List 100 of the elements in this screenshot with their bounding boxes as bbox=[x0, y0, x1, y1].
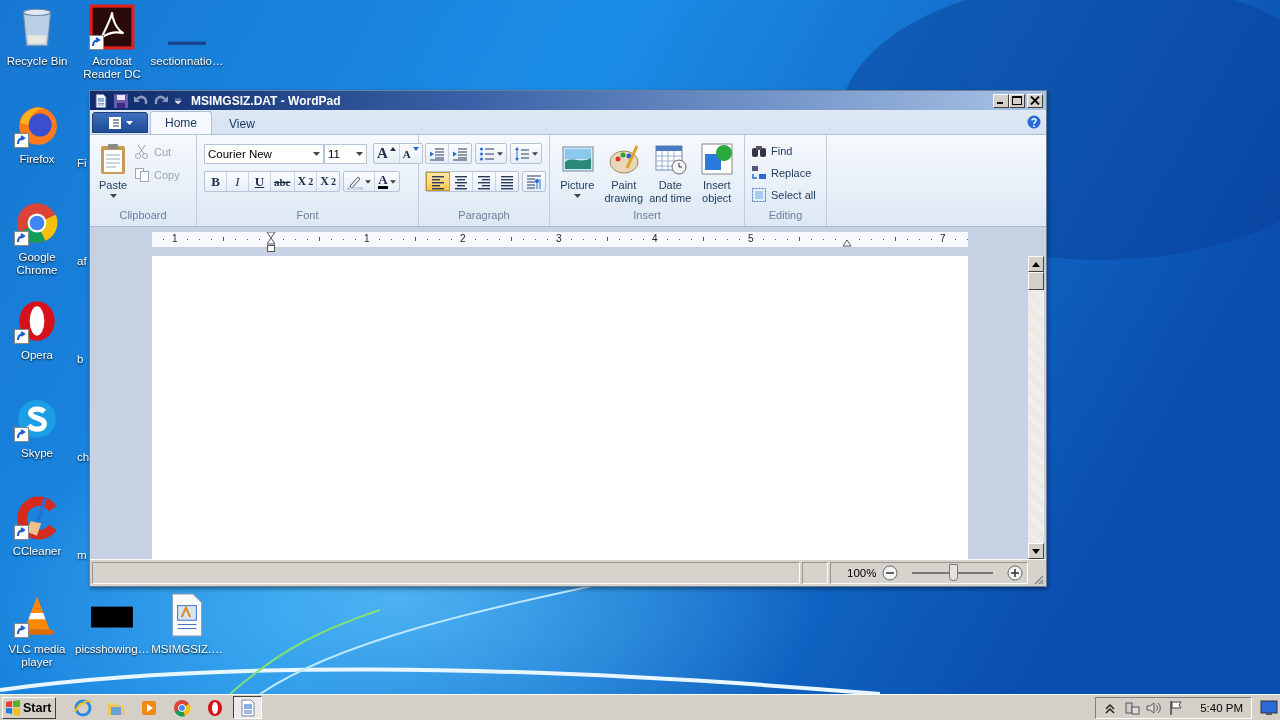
icon-label[interactable]: Google Chrome bbox=[0, 251, 74, 277]
ruler[interactable]: 1 1 2 3 4 5 7 bbox=[152, 232, 968, 253]
ribbon-tab[interactable]: View bbox=[214, 112, 270, 134]
insert-object-button[interactable]: Insert object bbox=[693, 139, 740, 208]
scroll-up-button[interactable] bbox=[1028, 256, 1044, 272]
close-button[interactable] bbox=[1027, 93, 1043, 108]
paragraph-icon bbox=[526, 173, 542, 190]
align-center-icon bbox=[453, 173, 469, 190]
caret-icon bbox=[497, 151, 503, 156]
icon-label[interactable]: Recycle Bin bbox=[6, 55, 68, 68]
zoom-slider[interactable] bbox=[948, 564, 958, 581]
chrome-icon[interactable] bbox=[14, 200, 60, 246]
start-logo-icon bbox=[5, 699, 21, 716]
icon-label: Fi bbox=[77, 157, 87, 170]
group-label: Editing bbox=[767, 208, 804, 223]
up-triangle-icon bbox=[389, 146, 396, 152]
strike-button[interactable]: abc bbox=[271, 172, 295, 191]
start-button[interactable]: Start bbox=[2, 696, 56, 719]
ruler-number: 1 bbox=[171, 233, 179, 245]
icon-label[interactable]: sectionnatio… bbox=[150, 55, 224, 68]
clock[interactable]: 5:40 PM bbox=[1200, 701, 1243, 714]
group-label: Font bbox=[295, 208, 320, 223]
group-label: Paragraph bbox=[457, 208, 511, 223]
icon-label: ch bbox=[77, 451, 90, 464]
scroll-down-button[interactable] bbox=[1028, 543, 1044, 559]
save-icon[interactable] bbox=[113, 92, 129, 109]
show-desktop-icon[interactable] bbox=[1260, 699, 1278, 716]
caret-icon bbox=[356, 151, 363, 156]
select-all-button[interactable]: Select all bbox=[749, 184, 818, 206]
zoom-in-button[interactable] bbox=[1007, 565, 1023, 581]
line-spacing-icon bbox=[514, 145, 530, 162]
calendar-clock-icon bbox=[653, 142, 688, 176]
zoom-level: 100% bbox=[847, 567, 877, 579]
app-menu-button[interactable] bbox=[92, 112, 148, 133]
paint-drawing-button[interactable]: Paint drawing bbox=[600, 139, 647, 208]
icon-label[interactable]: Firefox bbox=[19, 153, 55, 166]
icon-label[interactable]: Acrobat Reader DC bbox=[75, 55, 149, 81]
align-left-button[interactable] bbox=[426, 172, 450, 191]
maximize-icon bbox=[1012, 96, 1022, 105]
increase-indent-icon bbox=[452, 145, 468, 162]
ruler-number: 3 bbox=[555, 233, 563, 245]
caret-icon bbox=[573, 194, 581, 198]
wordpad-icon[interactable] bbox=[93, 92, 109, 109]
ruler-number: 2 bbox=[459, 233, 467, 245]
icon-label[interactable]: Skype bbox=[21, 447, 53, 460]
minimize-button[interactable] bbox=[993, 93, 1009, 108]
paste-button[interactable]: Paste bbox=[94, 139, 132, 208]
highlight-button[interactable] bbox=[344, 172, 376, 191]
replace-button[interactable]: Replace bbox=[749, 162, 818, 184]
find-button[interactable]: Find bbox=[749, 140, 818, 162]
network-icon[interactable] bbox=[1124, 699, 1141, 716]
pdf-reader-icon[interactable] bbox=[89, 4, 135, 50]
flag-icon[interactable] bbox=[1168, 699, 1185, 716]
ribbon-tab[interactable]: Home bbox=[150, 111, 212, 134]
align-left-icon bbox=[430, 173, 446, 190]
icon-label[interactable]: CCleaner bbox=[12, 545, 62, 558]
down-arrow-icon bbox=[1032, 548, 1040, 554]
plus-icon bbox=[1007, 565, 1023, 581]
resize-grip-icon[interactable] bbox=[1032, 573, 1044, 585]
group-label: Insert bbox=[632, 208, 662, 223]
font-size-field[interactable]: 11 bbox=[324, 143, 367, 164]
icon-label: b bbox=[77, 353, 84, 366]
icon-label: m bbox=[77, 549, 87, 562]
grow-font-button[interactable]: A bbox=[374, 144, 400, 163]
cube-icon bbox=[699, 142, 734, 176]
font-name-field[interactable]: Courier New bbox=[204, 143, 324, 164]
copy-icon bbox=[134, 167, 150, 183]
caret-icon bbox=[125, 120, 133, 125]
date-and-time-button[interactable]: Date and time bbox=[647, 139, 694, 208]
underline-button[interactable]: U bbox=[249, 172, 271, 191]
icon-label[interactable]: Opera bbox=[21, 349, 53, 362]
align-justify-icon bbox=[499, 173, 515, 190]
close-icon bbox=[1030, 96, 1040, 105]
picture-button[interactable]: Picture bbox=[554, 139, 601, 208]
select-all-icon bbox=[751, 187, 767, 203]
ruler-number: 5 bbox=[747, 233, 755, 245]
bold-button[interactable]: B bbox=[205, 172, 227, 191]
volume-icon[interactable] bbox=[1146, 699, 1163, 716]
caret-icon bbox=[313, 151, 320, 156]
caret-icon bbox=[109, 194, 117, 198]
status-panel bbox=[802, 562, 828, 584]
zoom-out-button[interactable] bbox=[882, 565, 899, 581]
ruler-number: 7 bbox=[939, 233, 947, 245]
scrollbar-thumb[interactable] bbox=[1028, 272, 1044, 290]
italic-button[interactable]: I bbox=[227, 172, 249, 191]
align-right-icon bbox=[476, 173, 492, 190]
taskbar-app-button[interactable] bbox=[233, 696, 262, 719]
icon-label[interactable]: VLC media player bbox=[0, 643, 74, 669]
ruler-number: 4 bbox=[651, 233, 659, 245]
up-arrow-icon bbox=[1032, 261, 1040, 267]
caret-icon bbox=[365, 179, 372, 184]
document-icon bbox=[107, 115, 122, 130]
maximize-button[interactable] bbox=[1009, 93, 1025, 108]
help-icon[interactable] bbox=[1027, 115, 1041, 129]
font-color-button[interactable]: A bbox=[375, 172, 399, 191]
vertical-scrollbar[interactable] bbox=[1028, 256, 1044, 559]
binoculars-icon bbox=[751, 143, 767, 159]
decrease-indent-icon bbox=[429, 145, 445, 162]
shrink-font-button[interactable]: A bbox=[399, 144, 422, 163]
scissors-icon bbox=[134, 144, 150, 160]
